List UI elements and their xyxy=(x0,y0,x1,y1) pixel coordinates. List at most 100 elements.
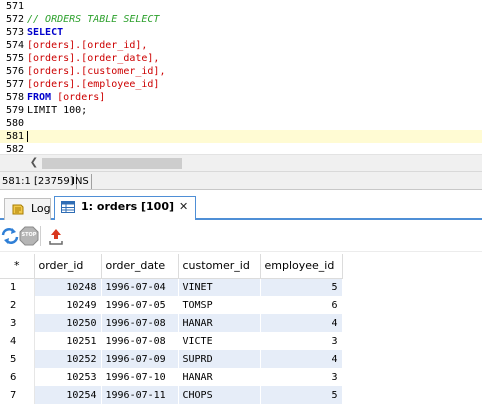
cell-employee-id[interactable]: 5 xyxy=(260,278,343,296)
table-icon xyxy=(61,201,75,213)
cell-employee-id[interactable]: 6 xyxy=(260,296,343,314)
cell-customer-id[interactable]: VICTE xyxy=(178,332,261,350)
table-row[interactable]: 7 10254 1996-07-11 CHOPS 5 xyxy=(0,386,343,404)
editor-line[interactable]: 580 xyxy=(0,117,482,130)
stop-label: STOP xyxy=(21,232,37,238)
result-toolbar: STOP xyxy=(0,220,482,252)
tab-log[interactable]: Log xyxy=(4,198,51,220)
insert-mode-indicator: INS xyxy=(70,174,92,189)
column-header-row-number[interactable]: * xyxy=(0,254,35,279)
line-number: 573 xyxy=(5,27,24,38)
table-row[interactable]: 3 10250 1996-07-08 HANAR 4 xyxy=(0,314,343,332)
code-text: [orders].[order_id], xyxy=(27,39,147,52)
code-text: FROM [orders] xyxy=(27,91,105,104)
line-number: 578 xyxy=(5,92,24,103)
cell-order-date[interactable]: 1996-07-05 xyxy=(101,296,179,314)
sql-token-comment: // ORDERS TABLE SELECT xyxy=(27,14,160,25)
editor-status-bar: 581:1 [23759] INS xyxy=(0,171,482,190)
column-header-order-date[interactable]: order_date xyxy=(101,254,179,279)
table-row[interactable]: 6 10253 1996-07-10 HANAR 3 xyxy=(0,368,343,386)
editor-line[interactable]: 572// ORDERS TABLE SELECT xyxy=(0,13,482,26)
cell-customer-id[interactable]: CHOPS xyxy=(178,386,261,404)
row-number[interactable]: 1 xyxy=(0,278,35,296)
cell-order-id[interactable]: 10249 xyxy=(34,296,102,314)
code-text: [orders].[customer_id], xyxy=(27,65,165,78)
cell-employee-id[interactable]: 5 xyxy=(260,386,343,404)
editor-line[interactable]: 573 SELECT xyxy=(0,26,482,39)
table-row[interactable]: 4 10251 1996-07-08 VICTE 3 xyxy=(0,332,343,350)
cell-employee-id[interactable]: 4 xyxy=(260,314,343,332)
cell-order-id[interactable]: 10253 xyxy=(34,368,102,386)
editor-line[interactable]: 577 [orders].[employee_id] xyxy=(0,78,482,91)
line-number: 576 xyxy=(5,66,24,77)
sql-token-keyword: FROM xyxy=(27,92,58,103)
stop-button[interactable]: STOP xyxy=(19,226,39,246)
editor-line[interactable]: 578 FROM [orders] xyxy=(0,91,482,104)
export-icon[interactable] xyxy=(46,226,66,246)
table-header-row: * order_id order_date customer_id employ… xyxy=(0,254,343,279)
cell-order-date[interactable]: 1996-07-11 xyxy=(101,386,179,404)
log-icon xyxy=(12,204,24,215)
sql-token-ident: [orders] xyxy=(57,92,106,103)
code-text: [orders].[order_date], xyxy=(27,52,159,65)
cursor-position: 581:1 [23759] xyxy=(0,174,77,189)
cell-order-date[interactable]: 1996-07-08 xyxy=(101,314,179,332)
row-number[interactable]: 5 xyxy=(0,350,35,368)
line-number: 582 xyxy=(5,144,24,154)
cell-customer-id[interactable]: SUPRD xyxy=(178,350,261,368)
line-number: 577 xyxy=(5,79,24,90)
editor-line[interactable]: 574 [orders].[order_id], xyxy=(0,39,482,52)
result-grid[interactable]: * order_id order_date customer_id employ… xyxy=(0,254,482,408)
table-row[interactable]: 2 10249 1996-07-05 TOMSP 6 xyxy=(0,296,343,314)
column-header-employee-id[interactable]: employee_id xyxy=(260,254,343,279)
row-number[interactable]: 2 xyxy=(0,296,35,314)
column-header-customer-id[interactable]: customer_id xyxy=(178,254,261,279)
editor-line[interactable]: 576 [orders].[customer_id], xyxy=(0,65,482,78)
sql-token-ident: [orders].[order_id], xyxy=(27,40,148,51)
cell-order-id[interactable]: 10254 xyxy=(34,386,102,404)
sql-token-keyword: SELECT xyxy=(27,27,64,38)
text-caret xyxy=(27,131,28,142)
row-number[interactable]: 3 xyxy=(0,314,35,332)
cell-customer-id[interactable]: VINET xyxy=(178,278,261,296)
line-number: 572 xyxy=(5,14,24,25)
row-number[interactable]: 4 xyxy=(0,332,35,350)
line-number: 581 xyxy=(5,131,24,142)
scrollbar-thumb[interactable] xyxy=(42,158,182,169)
cell-order-id[interactable]: 10251 xyxy=(34,332,102,350)
close-icon[interactable]: ✕ xyxy=(179,197,188,217)
cell-order-date[interactable]: 1996-07-04 xyxy=(101,278,179,296)
scroll-left-icon[interactable]: ❮ xyxy=(28,157,40,169)
code-text: // ORDERS TABLE SELECT xyxy=(27,13,159,26)
cell-employee-id[interactable]: 3 xyxy=(260,368,343,386)
column-header-order-id[interactable]: order_id xyxy=(34,254,102,279)
row-number[interactable]: 6 xyxy=(0,368,35,386)
editor-line[interactable]: 579 LIMIT 100; xyxy=(0,104,482,117)
toolbar-divider xyxy=(40,226,41,246)
code-text: LIMIT 100; xyxy=(27,104,87,117)
cell-order-id[interactable]: 10248 xyxy=(34,278,102,296)
cell-order-id[interactable]: 10252 xyxy=(34,350,102,368)
editor-horizontal-scrollbar[interactable]: ❮ xyxy=(0,154,482,171)
editor-line[interactable]: 575 [orders].[order_date], xyxy=(0,52,482,65)
cell-customer-id[interactable]: HANAR xyxy=(178,314,261,332)
cell-order-date[interactable]: 1996-07-10 xyxy=(101,368,179,386)
table-row[interactable]: 5 10252 1996-07-09 SUPRD 4 xyxy=(0,350,343,368)
cell-order-date[interactable]: 1996-07-08 xyxy=(101,332,179,350)
sql-editor[interactable]: 571 572// ORDERS TABLE SELECT 573 SELECT 574… xyxy=(0,0,482,154)
editor-line[interactable]: 571 xyxy=(0,0,482,13)
cell-employee-id[interactable]: 4 xyxy=(260,350,343,368)
row-number[interactable]: 7 xyxy=(0,386,35,404)
editor-line[interactable]: 582 xyxy=(0,143,482,154)
cell-order-date[interactable]: 1996-07-09 xyxy=(101,350,179,368)
cell-customer-id[interactable]: HANAR xyxy=(178,368,261,386)
line-number: 575 xyxy=(5,53,24,64)
tab-orders-result[interactable]: 1: orders [100] ✕ xyxy=(54,196,196,220)
cell-customer-id[interactable]: TOMSP xyxy=(178,296,261,314)
cell-employee-id[interactable]: 3 xyxy=(260,332,343,350)
refresh-icon[interactable] xyxy=(0,226,20,246)
editor-current-line[interactable]: 581 xyxy=(0,130,482,143)
tab-log-label: Log xyxy=(31,202,51,215)
table-row[interactable]: 1 10248 1996-07-04 VINET 5 xyxy=(0,278,343,296)
cell-order-id[interactable]: 10250 xyxy=(34,314,102,332)
